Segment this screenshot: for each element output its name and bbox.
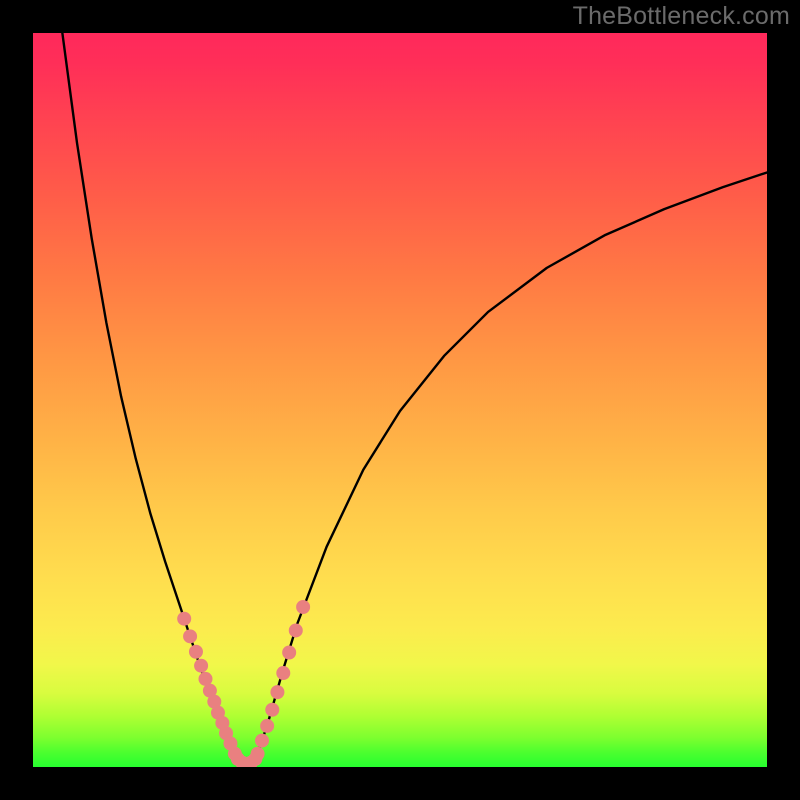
marker-floor	[248, 752, 262, 766]
chart-svg	[33, 33, 767, 767]
watermark-text: TheBottleneck.com	[573, 2, 790, 31]
marker-right	[296, 600, 310, 614]
marker-right	[276, 666, 290, 680]
marker-right	[265, 703, 279, 717]
marker-right	[289, 623, 303, 637]
bottleneck-curve-path	[62, 33, 767, 765]
marker-right	[270, 685, 284, 699]
bottleneck-curve	[62, 33, 767, 765]
plot-area	[33, 33, 767, 767]
marker-left	[183, 629, 197, 643]
marker-right	[255, 734, 269, 748]
data-markers	[177, 600, 310, 767]
marker-right	[260, 719, 274, 733]
marker-left	[177, 612, 191, 626]
chart-frame: TheBottleneck.com	[0, 0, 800, 800]
marker-left	[189, 645, 203, 659]
marker-right	[282, 646, 296, 660]
marker-left	[194, 659, 208, 673]
